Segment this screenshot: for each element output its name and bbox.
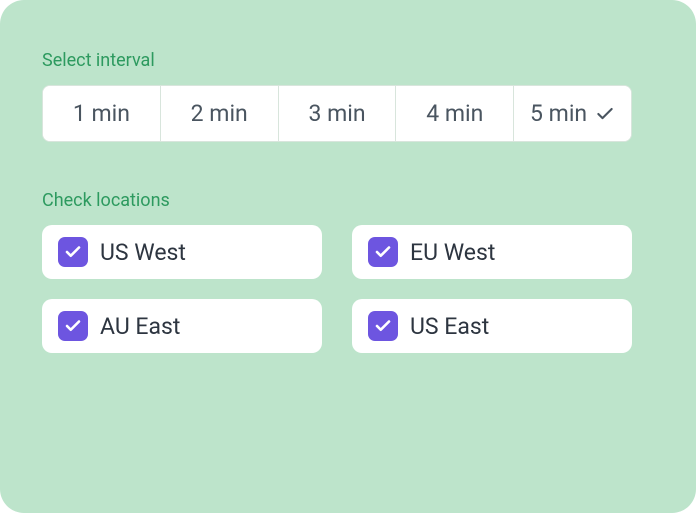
interval-label: Select interval	[42, 50, 654, 71]
location-label: US East	[410, 313, 489, 340]
interval-option-label: 4 min	[426, 100, 483, 127]
interval-option-4min[interactable]: 4 min	[396, 86, 514, 141]
location-item-eu-west[interactable]: EU West	[352, 225, 632, 279]
interval-option-label: 2 min	[191, 100, 248, 127]
interval-option-5min[interactable]: 5 min	[514, 86, 631, 141]
checkbox-checked[interactable]	[58, 311, 88, 341]
check-icon	[374, 317, 392, 335]
check-icon	[595, 104, 615, 124]
locations-grid: US West EU West AU East	[42, 225, 632, 353]
interval-button-group: 1 min 2 min 3 min 4 min 5 min	[42, 85, 632, 142]
check-icon	[64, 243, 82, 261]
check-icon	[64, 317, 82, 335]
location-item-us-east[interactable]: US East	[352, 299, 632, 353]
locations-label: Check locations	[42, 190, 654, 211]
location-item-us-west[interactable]: US West	[42, 225, 322, 279]
interval-option-3min[interactable]: 3 min	[279, 86, 397, 141]
checkbox-checked[interactable]	[368, 237, 398, 267]
checkbox-checked[interactable]	[58, 237, 88, 267]
location-label: EU West	[410, 239, 495, 266]
location-item-au-east[interactable]: AU East	[42, 299, 322, 353]
interval-option-label: 3 min	[308, 100, 365, 127]
location-label: AU East	[100, 313, 180, 340]
interval-option-label: 5 min	[530, 100, 587, 127]
interval-option-label: 1 min	[73, 100, 130, 127]
interval-section: Select interval 1 min 2 min 3 min 4 min …	[42, 50, 654, 142]
interval-option-1min[interactable]: 1 min	[43, 86, 161, 141]
locations-section: Check locations US West EU West	[42, 190, 654, 353]
check-icon	[374, 243, 392, 261]
interval-option-2min[interactable]: 2 min	[161, 86, 279, 141]
location-label: US West	[100, 239, 186, 266]
checkbox-checked[interactable]	[368, 311, 398, 341]
settings-panel: Select interval 1 min 2 min 3 min 4 min …	[0, 0, 696, 513]
